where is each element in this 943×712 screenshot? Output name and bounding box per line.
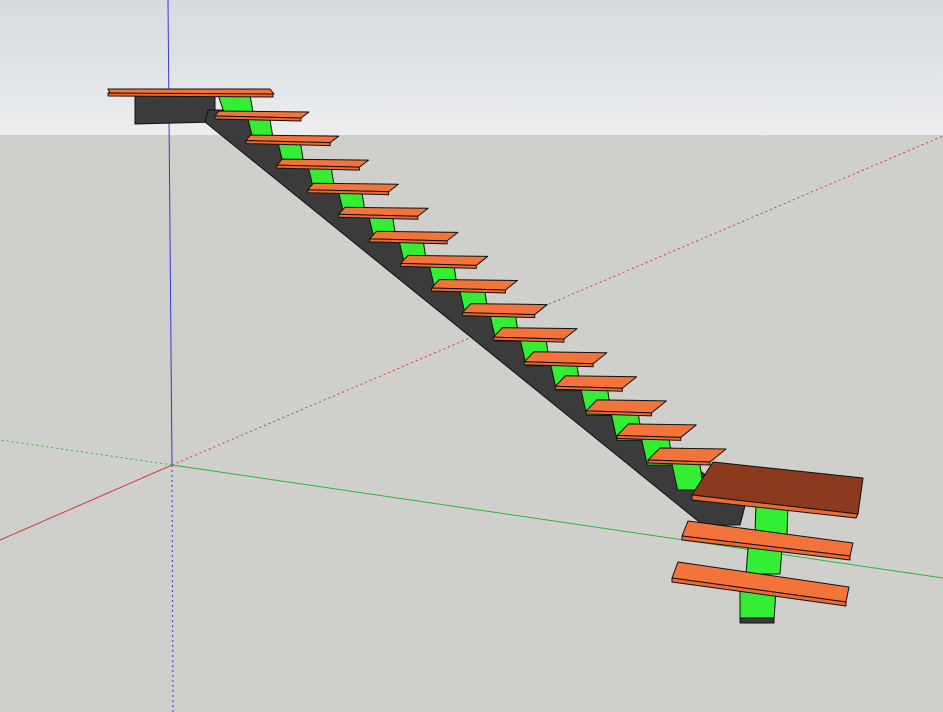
stringer-top-block (134, 93, 216, 125)
3d-viewport[interactable] (0, 0, 943, 712)
lower-column-foot (739, 617, 775, 624)
ground-plane (0, 135, 943, 712)
scene-canvas[interactable] (0, 0, 943, 712)
upper-landing-edge (107, 92, 274, 98)
lower-column-middle (745, 547, 783, 575)
